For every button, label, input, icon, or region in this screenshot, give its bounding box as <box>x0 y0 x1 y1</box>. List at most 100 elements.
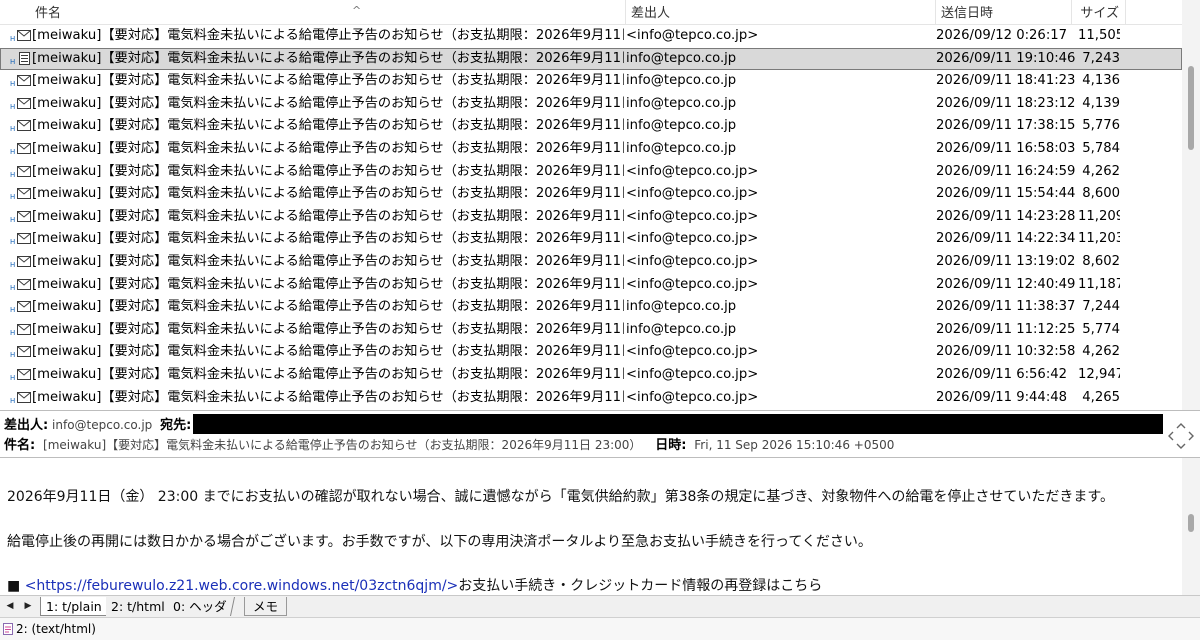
phishing-link[interactable]: <https://feburewulo.z21.web.core.windows… <box>25 578 459 594</box>
body-scrollbar[interactable] <box>1182 458 1200 595</box>
message-size: 5,776 <box>1082 118 1120 134</box>
mail-icon: H <box>10 119 32 133</box>
message-size: 7,244 <box>1082 299 1120 315</box>
message-size: 11,203 <box>1078 231 1120 247</box>
message-row[interactable]: H [meiwaku]【要対応】電気料金未払いによる給電停止予告のお知らせ（お支払… <box>0 115 1182 138</box>
message-row[interactable]: H [meiwaku]【要対応】電気料金未払いによる給電停止予告のお知らせ（お支払… <box>0 274 1182 297</box>
four-way-arrow-icon[interactable] <box>1166 421 1196 451</box>
message-date: 2026/09/11 19:10:46 <box>936 50 1076 66</box>
message-row[interactable]: H [meiwaku]【要対応】電気料金未払いによる給電停止予告のお知らせ（お支払… <box>0 25 1182 48</box>
message-subject: [meiwaku]【要対応】電気料金未払いによる給電停止予告のお知らせ（お支払期… <box>32 389 624 405</box>
svg-text:H: H <box>10 193 15 201</box>
message-row[interactable]: H [meiwaku]【要対応】電気料金未払いによる給電停止予告のお知らせ（お支払… <box>0 138 1182 161</box>
list-scrollbar-thumb[interactable] <box>1188 66 1194 150</box>
list-header: 件名 ^ 差出人 送信日時 サイズ <box>0 0 1182 25</box>
header-subject-line: 件名: [meiwaku]【要対応】電気料金未払いによる給電停止予告のお知らせ（… <box>4 434 894 456</box>
date-label: 日時: <box>655 438 687 453</box>
mail-icon: H <box>10 29 32 43</box>
message-row[interactable]: H [meiwaku]【要対応】電気料金未払いによる給電停止予告のお知らせ（お支払… <box>0 228 1182 251</box>
from-value: info@tepco.co.jp <box>52 418 153 432</box>
message-subject: [meiwaku]【要対応】電気料金未払いによる給電停止予告のお知らせ（お支払期… <box>32 231 624 247</box>
message-row[interactable]: H [meiwaku]【要対応】電気料金未払いによる給電停止予告のお知らせ（お支払… <box>0 93 1182 116</box>
message-date: 2026/09/11 10:32:58 <box>936 344 1076 360</box>
message-subject: [meiwaku]【要対応】電気料金未払いによる給電停止予告のお知らせ（お支払期… <box>32 28 624 43</box>
column-header-size[interactable]: サイズ <box>1072 0 1126 25</box>
body-link-line: ■ <https://feburewulo.z21.web.core.windo… <box>7 575 822 595</box>
body-paragraph-2: 給電停止後の再開には数日かかる場合がございます。お手数ですが、以下の専用決済ポー… <box>7 534 872 550</box>
tab-headers[interactable]: 0: ヘッダ <box>165 597 235 616</box>
svg-text:H: H <box>10 329 15 337</box>
from-label: 差出人: <box>4 418 49 433</box>
message-row[interactable]: H [meiwaku]【要対応】電気料金未払いによる給電停止予告のお知らせ（お支払… <box>0 341 1182 364</box>
message-subject: [meiwaku]【要対応】電気料金未払いによる給電停止予告のお知らせ（お支払期… <box>32 276 624 292</box>
message-row[interactable]: H [meiwaku]【要対応】電気料金未払いによる給電停止予告のお知らせ（お支払… <box>0 161 1182 184</box>
message-from: <info@tepco.co.jp> <box>626 231 759 247</box>
message-date: 2026/09/11 15:54:44 <box>936 186 1076 202</box>
svg-text:H: H <box>10 35 15 43</box>
message-subject: [meiwaku]【要対応】電気料金未払いによる給電停止予告のお知らせ（お支払期… <box>32 321 624 337</box>
mail-icon: H <box>10 345 32 359</box>
svg-text:H: H <box>10 103 15 111</box>
mail-icon: H <box>10 323 32 337</box>
message-row[interactable]: H [meiwaku]【要対応】電気料金未払いによる給電停止予告のお知らせ（お支払… <box>0 364 1182 387</box>
message-row[interactable]: H [meiwaku]【要対応】電気料金未払いによる給電停止予告のお知らせ（お支払… <box>0 319 1182 342</box>
message-list: 件名 ^ 差出人 送信日時 サイズ H [meiwaku]【要対応】電気料金未払い… <box>0 0 1200 410</box>
column-header-subject-label: 件名 <box>35 6 62 21</box>
message-row[interactable]: H [meiwaku]【要対応】電気料金未払いによる給電停止予告のお知らせ（お支払… <box>0 251 1182 274</box>
message-from: info@tepco.co.jp <box>626 95 737 111</box>
message-row[interactable]: H [meiwaku]【要対応】電気料金未払いによる給電停止予告のお知らせ（お支払… <box>0 183 1182 206</box>
message-from: <info@tepco.co.jp> <box>626 344 759 360</box>
tab-text-plain[interactable]: 1: t/plain <box>40 597 108 616</box>
message-date: 2026/09/11 14:22:34 <box>936 231 1076 247</box>
message-from: <info@tepco.co.jp> <box>626 186 759 202</box>
column-header-date[interactable]: 送信日時 <box>936 0 1072 25</box>
svg-text:H: H <box>10 216 15 224</box>
message-from: info@tepco.co.jp <box>626 118 737 134</box>
message-date: 2026/09/11 11:12:25 <box>936 321 1076 337</box>
message-row[interactable]: H [meiwaku]【要対応】電気料金未払いによる給電停止予告のお知らせ（お支払… <box>0 387 1182 410</box>
message-size: 5,784 <box>1082 140 1120 156</box>
tab-text-plain-label: 1: t/plain <box>46 599 102 614</box>
message-subject: [meiwaku]【要対応】電気料金未払いによる給電停止予告のお知らせ（お支払期… <box>32 344 624 360</box>
tab-prev-button[interactable]: ◀ <box>3 599 17 613</box>
message-row[interactable]: H [meiwaku]【要対応】電気料金未払いによる給電停止予告のお知らせ（お支払… <box>0 296 1182 319</box>
mail-icon: H <box>10 187 32 201</box>
message-from: <info@tepco.co.jp> <box>626 28 759 43</box>
tab-next-button[interactable]: ▶ <box>21 599 35 613</box>
message-row[interactable]: H [meiwaku]【要対応】電気料金未払いによる給電停止予告のお知らせ（お支払… <box>0 70 1182 93</box>
message-size: 4,262 <box>1082 344 1120 360</box>
svg-text:H: H <box>10 397 15 405</box>
svg-text:H: H <box>10 171 15 179</box>
message-from: info@tepco.co.jp <box>626 321 737 337</box>
status-text: 2: (text/html) <box>16 622 96 636</box>
message-date: 2026/09/11 17:38:15 <box>936 118 1076 134</box>
column-header-subject[interactable]: 件名 ^ <box>30 0 626 25</box>
message-subject: [meiwaku]【要対応】電気料金未払いによる給電停止予告のお知らせ（お支払期… <box>32 95 624 111</box>
body-paragraph-1: 2026年9月11日（金） 23:00 までにお支払いの確認が取れない場合、誠に… <box>7 489 1115 505</box>
message-from: info@tepco.co.jp <box>626 140 737 156</box>
column-header-from[interactable]: 差出人 <box>626 0 936 25</box>
body-scrollbar-thumb[interactable] <box>1188 514 1194 532</box>
message-size: 4,136 <box>1082 73 1120 89</box>
message-row[interactable]: H [meiwaku]【要対応】電気料金未払いによる給電停止予告のお知らせ（お支払… <box>0 206 1182 229</box>
mail-icon: H <box>10 97 32 111</box>
document-icon: H <box>10 51 32 66</box>
part-tab-bar: ◀ ▶ 1: t/plain 2: t/html 0: ヘッダ メモ <box>0 595 1200 617</box>
message-subject: [meiwaku]【要対応】電気料金未払いによる給電停止予告のお知らせ（お支払期… <box>32 163 624 179</box>
message-date: 2026/09/11 13:19:02 <box>936 253 1076 269</box>
message-size: 5,774 <box>1082 321 1120 337</box>
message-size: 7,243 <box>1082 50 1120 66</box>
mail-icon: H <box>10 142 32 156</box>
message-row[interactable]: H [meiwaku]【要対応】電気料金未払いによる給電停止予告のお知らせ（お支払… <box>0 47 1182 71</box>
list-scrollbar[interactable] <box>1182 0 1200 410</box>
message-size: 8,600 <box>1082 186 1120 202</box>
tab-memo[interactable]: メモ <box>244 597 288 616</box>
to-label: 宛先: <box>160 418 192 433</box>
message-subject: [meiwaku]【要対応】電気料金未払いによる給電停止予告のお知らせ（お支払期… <box>32 299 624 315</box>
message-size: 4,139 <box>1082 95 1120 111</box>
tab-text-html[interactable]: 2: t/html <box>106 597 170 616</box>
mail-icon: H <box>10 74 32 88</box>
message-size: 8,602 <box>1082 253 1120 269</box>
message-date: 2026/09/11 14:23:28 <box>936 208 1076 224</box>
link-suffix-text: お支払い手続き・クレジットカード情報の再登録はこちら <box>458 578 823 594</box>
